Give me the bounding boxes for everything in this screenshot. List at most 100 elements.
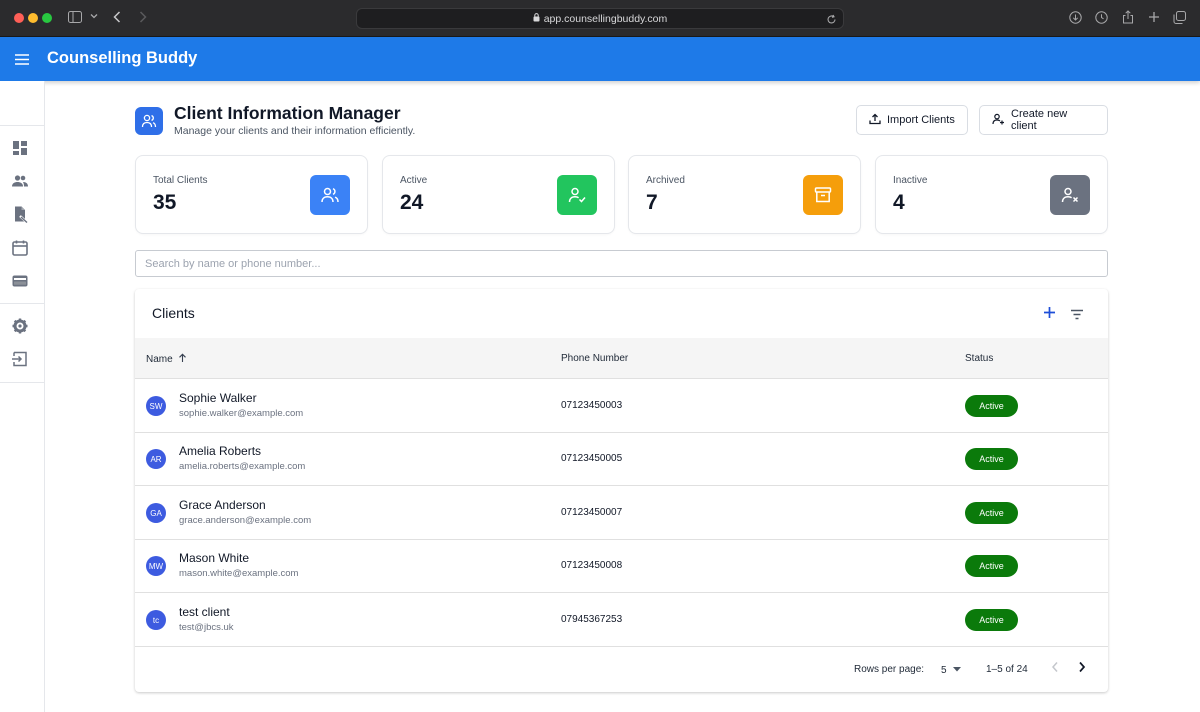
client-phone: 07123450005 xyxy=(561,453,623,464)
sidebar xyxy=(0,81,45,712)
column-header-status[interactable]: Status xyxy=(965,353,993,364)
client-name: Amelia Roberts xyxy=(179,444,262,458)
stat-label: Archived xyxy=(646,175,685,186)
caret-down-icon xyxy=(953,664,962,675)
column-header-phone[interactable]: Phone Number xyxy=(561,353,628,364)
status-badge: Active xyxy=(965,609,1018,631)
sidebar-divider xyxy=(0,125,44,126)
client-phone: 07945367253 xyxy=(561,614,623,625)
client-name: test client xyxy=(179,605,230,619)
stat-card-active: Active 24 xyxy=(382,155,615,234)
share-icon[interactable] xyxy=(1122,10,1134,24)
maximize-window-button[interactable] xyxy=(42,13,52,23)
create-client-button[interactable]: Create new client xyxy=(979,105,1108,135)
avatar: tc xyxy=(146,610,166,630)
browser-toolbar: app.counsellingbuddy.com xyxy=(0,0,1200,37)
sidebar-divider xyxy=(0,382,44,383)
clients-table-card: Clients Name Phone Number Status SW Soph… xyxy=(135,289,1108,692)
stat-card-total: Total Clients 35 xyxy=(135,155,368,234)
gear-icon[interactable] xyxy=(11,317,29,335)
stat-value: 4 xyxy=(893,191,905,214)
history-icon[interactable] xyxy=(1095,11,1108,24)
users-icon xyxy=(310,175,350,215)
user-plus-icon xyxy=(992,113,1005,128)
import-clients-button[interactable]: Import Clients xyxy=(856,105,968,135)
address-bar[interactable]: app.counsellingbuddy.com xyxy=(356,8,844,29)
reload-icon[interactable] xyxy=(826,12,837,30)
client-email: sophie.walker@example.com xyxy=(179,408,304,419)
client-name: Mason White xyxy=(179,551,250,565)
column-header-name[interactable]: Name xyxy=(146,353,187,366)
stat-value: 24 xyxy=(400,191,424,214)
table-row[interactable]: AR Amelia Roberts amelia.roberts@example… xyxy=(135,432,1108,486)
stat-label: Total Clients xyxy=(153,175,208,186)
sidebar-divider xyxy=(0,303,44,304)
rows-per-page-select[interactable]: 5 xyxy=(941,664,962,676)
avatar: MW xyxy=(146,556,166,576)
stat-card-inactive: Inactive 4 xyxy=(875,155,1108,234)
logout-icon[interactable] xyxy=(11,350,29,368)
client-phone: 07123450003 xyxy=(561,400,623,411)
status-badge: Active xyxy=(965,502,1018,524)
column-label: Name xyxy=(146,354,173,365)
app-header: Counselling Buddy xyxy=(0,37,1200,81)
tabs-overview-icon[interactable] xyxy=(1173,11,1186,24)
next-page-icon[interactable] xyxy=(1077,660,1087,679)
client-phone: 07123450007 xyxy=(561,507,623,518)
client-name: Sophie Walker xyxy=(179,391,257,405)
client-email: grace.anderson@example.com xyxy=(179,515,312,526)
clients-icon xyxy=(135,107,163,135)
document-icon[interactable] xyxy=(11,205,29,224)
download-icon[interactable] xyxy=(1069,11,1082,24)
stat-value: 7 xyxy=(646,191,658,214)
filter-icon[interactable] xyxy=(1070,307,1084,325)
client-phone: 07123450008 xyxy=(561,560,623,571)
client-name: Grace Anderson xyxy=(179,498,266,512)
table-row[interactable]: tc test client test@jbcs.uk 07945367253 … xyxy=(135,593,1108,647)
table-title: Clients xyxy=(152,305,195,321)
table-row[interactable]: GA Grace Anderson grace.anderson@example… xyxy=(135,486,1108,540)
add-icon[interactable] xyxy=(1043,306,1056,324)
page-subtitle: Manage your clients and their informatio… xyxy=(174,125,416,137)
status-badge: Active xyxy=(965,555,1018,577)
pagination-range: 1–5 of 24 xyxy=(986,664,1028,675)
avatar: SW xyxy=(146,396,166,416)
avatar: GA xyxy=(146,503,166,523)
forward-icon[interactable] xyxy=(139,11,147,23)
table-row[interactable]: MW Mason White mason.white@example.com 0… xyxy=(135,539,1108,593)
hamburger-menu-icon[interactable] xyxy=(15,52,29,70)
wallet-icon[interactable] xyxy=(11,272,29,290)
search-input[interactable] xyxy=(135,250,1108,277)
upload-icon xyxy=(869,113,881,128)
previous-page-icon[interactable] xyxy=(1050,660,1060,679)
app-title[interactable]: Counselling Buddy xyxy=(47,49,197,68)
archive-icon xyxy=(803,175,843,215)
url-text: app.counsellingbuddy.com xyxy=(543,13,668,25)
arrow-up-icon xyxy=(178,353,187,366)
new-tab-icon[interactable] xyxy=(1148,11,1160,23)
people-icon[interactable] xyxy=(11,172,29,190)
stat-label: Inactive xyxy=(893,175,928,186)
stat-label: Active xyxy=(400,175,428,186)
import-clients-label: Import Clients xyxy=(887,114,955,126)
client-email: mason.white@example.com xyxy=(179,568,299,579)
close-window-button[interactable] xyxy=(14,13,24,23)
rows-per-page-label: Rows per page: xyxy=(854,664,925,675)
user-x-icon xyxy=(1050,175,1090,215)
back-icon[interactable] xyxy=(113,11,121,23)
user-check-icon xyxy=(557,175,597,215)
status-badge: Active xyxy=(965,395,1018,417)
avatar: AR xyxy=(146,449,166,469)
calendar-icon[interactable] xyxy=(11,239,29,257)
sidebar-toggle-icon[interactable] xyxy=(68,11,82,23)
dashboard-icon[interactable] xyxy=(11,139,29,157)
chevron-down-icon[interactable] xyxy=(90,12,98,20)
table-header: Name Phone Number Status xyxy=(135,338,1108,379)
stat-value: 35 xyxy=(153,191,177,214)
minimize-window-button[interactable] xyxy=(28,13,38,23)
page-title: Client Information Manager xyxy=(174,103,401,123)
lock-icon xyxy=(533,13,540,25)
stat-card-archived: Archived 7 xyxy=(628,155,861,234)
table-row[interactable]: SW Sophie Walker sophie.walker@example.c… xyxy=(135,379,1108,433)
rows-per-page-value: 5 xyxy=(941,665,947,676)
